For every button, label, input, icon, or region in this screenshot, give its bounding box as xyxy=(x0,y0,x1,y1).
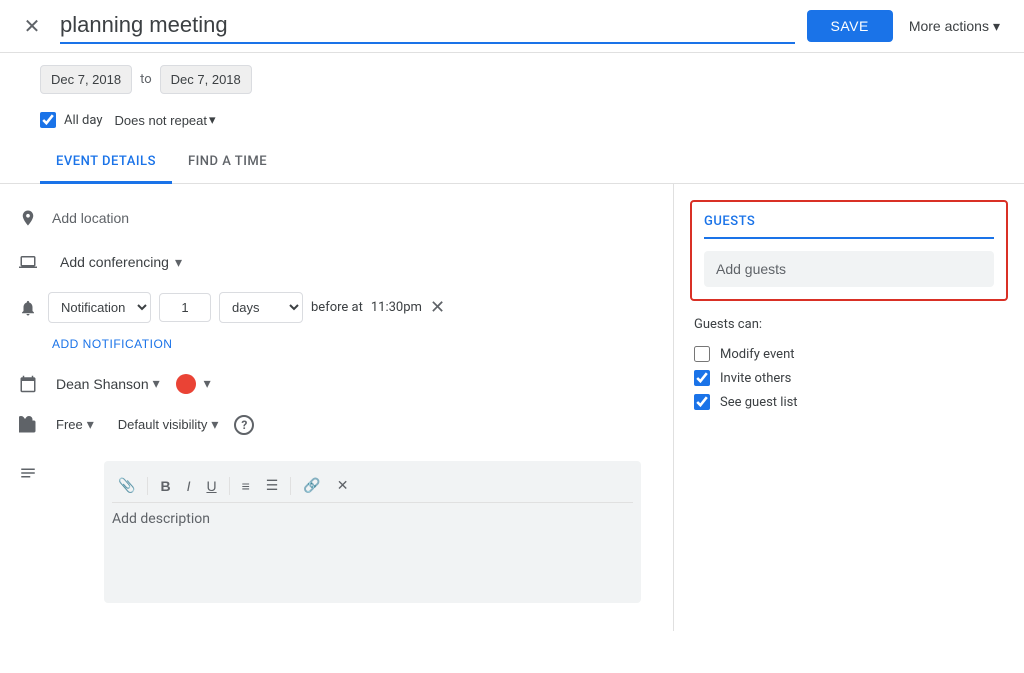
close-icon: ✕ xyxy=(24,14,41,39)
modify-event-label: Modify event xyxy=(720,347,795,362)
more-actions-label: More actions xyxy=(909,18,989,34)
status-icon xyxy=(16,413,40,437)
conferencing-icon xyxy=(16,250,40,274)
visibility-select[interactable]: Default visibility ▾ xyxy=(110,412,227,437)
conferencing-chevron-icon: ▾ xyxy=(175,254,182,271)
event-title-input[interactable] xyxy=(60,8,795,44)
bold-icon: B xyxy=(160,478,170,494)
modify-event-checkbox[interactable] xyxy=(694,346,710,362)
attach-icon: 📎 xyxy=(118,477,135,494)
end-date-label: Dec 7, 2018 xyxy=(171,72,241,87)
toolbar-divider-3 xyxy=(290,477,291,495)
toolbar-divider-1 xyxy=(147,477,148,495)
description-icon xyxy=(16,461,40,485)
unordered-list-icon: ☰ xyxy=(266,477,279,494)
add-notification-button[interactable]: ADD NOTIFICATION xyxy=(0,333,188,355)
link-button[interactable]: 🔗 xyxy=(297,473,326,498)
notification-remove-button[interactable]: ✕ xyxy=(430,297,445,318)
permission-invite-row: Invite others xyxy=(694,366,1004,390)
permission-guestlist-row: See guest list xyxy=(694,390,1004,414)
notification-before-label: before at xyxy=(311,300,363,315)
notification-value-input[interactable] xyxy=(159,293,211,322)
guests-can-section: Guests can: Modify event Invite others S… xyxy=(690,317,1008,414)
conferencing-row: Add conferencing ▾ xyxy=(0,240,673,284)
allday-checkbox[interactable] xyxy=(40,112,56,128)
ordered-list-icon: ≡ xyxy=(242,478,250,494)
editor-toolbar: 📎 B I U ≡ xyxy=(112,469,633,503)
invite-others-checkbox[interactable] xyxy=(694,370,710,386)
notification-row: Notification days hours minutes weeks be… xyxy=(0,284,673,331)
visibility-chevron-icon: ▾ xyxy=(211,416,218,433)
notification-icon xyxy=(16,296,40,320)
location-icon xyxy=(16,206,40,230)
calendar-owner-label: Dean Shanson xyxy=(56,376,149,392)
repeat-label: Does not repeat xyxy=(115,113,208,128)
see-guest-list-checkbox[interactable] xyxy=(694,394,710,410)
tab-find-time[interactable]: FIND A TIME xyxy=(172,142,283,184)
allday-row: All day Does not repeat ▾ xyxy=(0,106,1024,142)
conferencing-button[interactable]: Add conferencing ▾ xyxy=(52,250,190,275)
italic-button[interactable]: I xyxy=(181,474,197,498)
guests-tab-label: GUESTS xyxy=(704,214,994,239)
remove-format-icon: ✕ xyxy=(337,477,349,494)
unordered-list-button[interactable]: ☰ xyxy=(260,473,285,498)
start-date-label: Dec 7, 2018 xyxy=(51,72,121,87)
calendar-row: Dean Shanson ▾ ▾ xyxy=(0,363,673,404)
permission-modify-row: Modify event xyxy=(694,342,1004,366)
status-select[interactable]: Free ▾ xyxy=(48,412,102,437)
date-row: Dec 7, 2018 to Dec 7, 2018 xyxy=(0,53,1024,106)
location-row xyxy=(0,196,673,240)
calendar-color-chevron-icon: ▾ xyxy=(204,376,211,392)
link-icon: 🔗 xyxy=(303,477,320,494)
repeat-dropdown[interactable]: Does not repeat ▾ xyxy=(111,110,220,130)
underline-button[interactable]: U xyxy=(200,474,222,498)
notification-remove-icon: ✕ xyxy=(430,297,445,318)
visibility-label: Default visibility xyxy=(118,417,208,432)
calendar-icon xyxy=(16,372,40,396)
notification-time-label: 11:30pm xyxy=(371,300,422,315)
underline-icon: U xyxy=(206,478,216,494)
description-area: 📎 B I U ≡ xyxy=(104,461,641,603)
close-button[interactable]: ✕ xyxy=(16,10,48,42)
start-date-button[interactable]: Dec 7, 2018 xyxy=(40,65,132,94)
toolbar-divider-2 xyxy=(229,477,230,495)
see-guest-list-label: See guest list xyxy=(720,395,798,410)
description-input[interactable] xyxy=(112,511,633,591)
tabs-row: EVENT DETAILS FIND A TIME xyxy=(0,142,1024,184)
remove-format-button[interactable]: ✕ xyxy=(331,473,355,498)
attach-button[interactable]: 📎 xyxy=(112,473,141,498)
guests-panel: GUESTS Guests can: Modify event Invite o… xyxy=(674,184,1024,631)
more-actions-chevron-icon: ▾ xyxy=(993,18,1000,35)
italic-icon: I xyxy=(187,478,191,494)
bold-button[interactable]: B xyxy=(154,474,176,498)
event-details-panel: Add conferencing ▾ Notification days hou… xyxy=(0,184,674,631)
location-input[interactable] xyxy=(52,206,657,231)
status-chevron-icon: ▾ xyxy=(87,416,94,433)
calendar-owner-chevron-icon: ▾ xyxy=(153,375,160,392)
calendar-color-dot xyxy=(176,374,196,394)
guests-panel-inner: GUESTS xyxy=(690,200,1008,301)
help-icon[interactable]: ? xyxy=(234,415,254,435)
notification-type-select[interactable]: Notification xyxy=(48,292,151,323)
more-actions-button[interactable]: More actions ▾ xyxy=(901,10,1008,43)
top-actions: SAVE More actions ▾ xyxy=(807,10,1009,43)
main-content: Add conferencing ▾ Notification days hou… xyxy=(0,184,1024,631)
end-date-button[interactable]: Dec 7, 2018 xyxy=(160,65,252,94)
allday-label: All day xyxy=(64,113,103,128)
add-guests-input[interactable] xyxy=(704,251,994,287)
guests-can-label: Guests can: xyxy=(694,317,1004,332)
invite-others-label: Invite others xyxy=(720,371,791,386)
date-to-label: to xyxy=(140,72,152,87)
conferencing-label: Add conferencing xyxy=(60,254,169,270)
visibility-row: Free ▾ Default visibility ▾ ? xyxy=(0,404,673,445)
ordered-list-button[interactable]: ≡ xyxy=(236,474,256,498)
repeat-chevron-icon: ▾ xyxy=(209,112,216,128)
calendar-owner-select[interactable]: Dean Shanson ▾ xyxy=(48,371,168,396)
add-notification-row: ADD NOTIFICATION xyxy=(0,331,673,363)
tab-event-details[interactable]: EVENT DETAILS xyxy=(40,142,172,184)
top-bar: ✕ SAVE More actions ▾ xyxy=(0,0,1024,53)
notification-unit-select[interactable]: days hours minutes weeks xyxy=(219,292,303,323)
save-button[interactable]: SAVE xyxy=(807,10,893,42)
status-label: Free xyxy=(56,417,83,432)
